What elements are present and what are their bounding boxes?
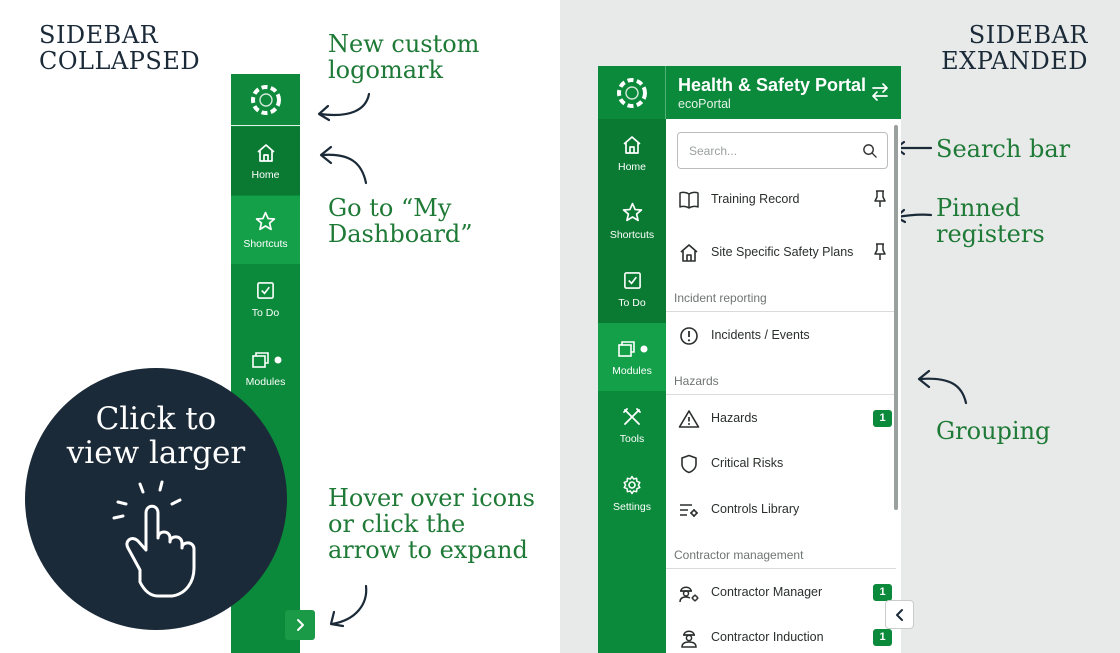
portal-subtitle: ecoPortal (678, 97, 731, 111)
worker-icon (678, 627, 700, 649)
nav-todo[interactable]: To Do (231, 265, 300, 333)
chevron-right-icon (297, 619, 304, 631)
tools-icon (621, 406, 643, 428)
nav-home-label: Home (251, 168, 280, 181)
home-icon (255, 142, 277, 164)
search-placeholder: Search... (689, 144, 738, 158)
scrollbar[interactable] (894, 125, 898, 510)
modules-icon (246, 349, 286, 371)
checkbox-icon (621, 270, 643, 292)
logomark-icon (250, 84, 281, 115)
count-badge: 1 (873, 629, 892, 646)
nav-todo[interactable]: To Do (598, 255, 666, 323)
search-bar-annotation: Search bar (936, 135, 1071, 163)
arrow-icon (317, 92, 371, 122)
pin-icon[interactable] (873, 190, 887, 208)
divider (666, 311, 896, 312)
nav-shortcuts-label: Shortcuts (243, 237, 288, 250)
group-label-hazards: Hazards (674, 374, 719, 388)
group-label-contractor: Contractor management (674, 548, 804, 562)
click-to-view-badge[interactable]: Click to view larger (25, 368, 287, 630)
search-icon (863, 144, 877, 158)
divider (666, 568, 896, 569)
pointer-hand-icon (112, 480, 196, 598)
collapse-sidebar-button[interactable] (885, 600, 914, 629)
collapsed-title: SIDEBAR COLLAPSED (39, 21, 201, 75)
group-label-incident: Incident reporting (674, 291, 767, 305)
warning-triangle-icon (678, 408, 700, 430)
search-input[interactable]: Search... (677, 132, 888, 169)
list-item-critical-risks[interactable]: Critical Risks (666, 441, 896, 485)
logomark-icon (616, 77, 647, 108)
expanded-header: Health & Safety Portal ecoPortal (598, 66, 901, 119)
nav-home[interactable]: Home (231, 127, 300, 195)
nav-shortcuts[interactable]: Shortcuts (231, 196, 300, 264)
grouping-annotation: Grouping (936, 417, 1051, 445)
chevron-left-icon (895, 608, 903, 621)
pinned-annotation: Pinned registers (936, 194, 1045, 248)
arrow-icon (319, 145, 368, 185)
home-icon (621, 134, 643, 156)
list-item-controls-library[interactable]: Controls Library (666, 487, 896, 531)
nav-modules[interactable]: Modules (231, 334, 300, 402)
list-item-contractor-manager[interactable]: Contractor Manager 1 (666, 570, 896, 614)
collapsed-panel: SIDEBAR COLLAPSED New custom logomark Go… (0, 0, 560, 653)
checkbox-icon (255, 280, 277, 302)
swap-arrows-icon[interactable] (870, 82, 890, 102)
list-item-site-safety-plans[interactable]: Site Specific Safety Plans (666, 230, 896, 274)
gear-icon (621, 474, 643, 496)
count-badge: 1 (873, 410, 892, 427)
nav-settings[interactable]: Settings (598, 459, 666, 527)
portal-title: Health & Safety Portal (678, 75, 867, 95)
dashboard-annotation: Go to “My Dashboard” (328, 194, 473, 248)
list-item-contractor-induction[interactable]: Contractor Induction 1 (666, 615, 896, 653)
arrow-icon (329, 584, 368, 628)
list-item-training-record[interactable]: Training Record (666, 177, 896, 221)
nav-home[interactable]: Home (598, 119, 666, 187)
list-settings-icon (678, 499, 700, 521)
alert-circle-icon (678, 325, 700, 347)
nav-tools[interactable]: Tools (598, 391, 666, 459)
nav-todo-label: To Do (251, 306, 280, 319)
list-item-incidents[interactable]: Incidents / Events (666, 313, 896, 357)
list-item-hazards[interactable]: Hazards 1 (666, 396, 896, 440)
arrow-icon (917, 369, 968, 405)
nav-modules[interactable]: Modules (598, 323, 666, 391)
expand-sidebar-button[interactable] (285, 610, 315, 640)
expanded-rail: Home Shortcuts To Do Modules Tools Setti… (598, 119, 666, 653)
count-badge: 1 (873, 584, 892, 601)
nav-shortcuts[interactable]: Shortcuts (598, 187, 666, 255)
expanded-menu: Search... Training Record Site Specific … (666, 119, 901, 653)
shield-icon (678, 453, 700, 475)
logomark[interactable] (598, 66, 666, 119)
star-icon (255, 211, 277, 233)
logomark[interactable] (231, 74, 300, 126)
home-icon (678, 242, 700, 264)
logomark-annotation: New custom logomark (328, 30, 480, 84)
star-icon (621, 202, 643, 224)
hover-annotation: Hover over icons or click the arrow to e… (328, 484, 535, 564)
pin-icon[interactable] (873, 243, 887, 261)
modules-icon (612, 338, 652, 360)
book-icon (678, 189, 700, 211)
nav-modules-label: Modules (245, 375, 286, 388)
worker-gear-icon (678, 582, 700, 604)
expanded-title: SIDEBAR EXPANDED (941, 21, 1088, 75)
divider (666, 394, 896, 395)
